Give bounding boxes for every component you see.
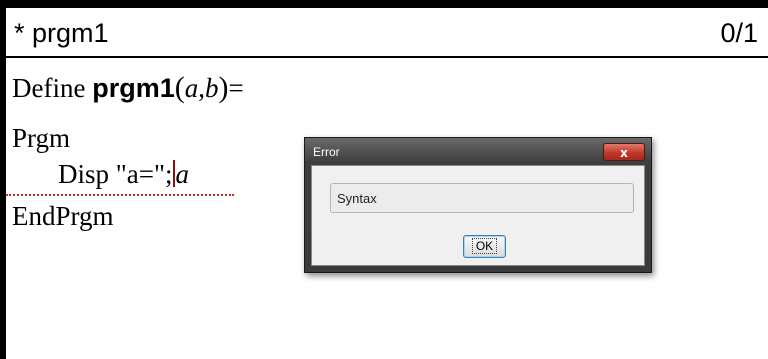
prgm-line[interactable]: Prgm: [12, 122, 70, 154]
window-frame-top: [0, 0, 768, 8]
dialog-title: Error: [313, 145, 340, 159]
disp-statement: Disp "a=";: [58, 159, 173, 189]
equals-sign: =: [228, 73, 244, 103]
text-cursor: [172, 160, 175, 187]
arg-b: b: [205, 73, 219, 103]
page-counter: 0/1: [720, 18, 758, 48]
error-message: Syntax: [330, 183, 634, 213]
title-bar: * prgm1 0/1: [6, 8, 768, 58]
endprgm-line[interactable]: EndPrgm: [12, 200, 114, 232]
open-paren: (: [174, 71, 185, 104]
ok-button[interactable]: OK: [463, 235, 506, 258]
arg-a: a: [184, 73, 199, 103]
define-line[interactable]: Define prgm1(a,b)=: [12, 72, 244, 104]
disp-var: a: [175, 159, 190, 189]
close-paren: ): [218, 71, 229, 104]
program-name: prgm1: [92, 73, 175, 103]
error-dialog: Error x Syntax OK: [304, 137, 652, 273]
define-keyword: Define: [12, 73, 93, 103]
ok-label: OK: [471, 238, 498, 254]
dialog-body: Syntax OK: [311, 165, 645, 266]
comma: ,: [198, 73, 205, 103]
close-button[interactable]: x: [603, 143, 645, 161]
program-title: * prgm1: [14, 18, 109, 48]
disp-line[interactable]: Disp "a="; a: [58, 158, 189, 190]
